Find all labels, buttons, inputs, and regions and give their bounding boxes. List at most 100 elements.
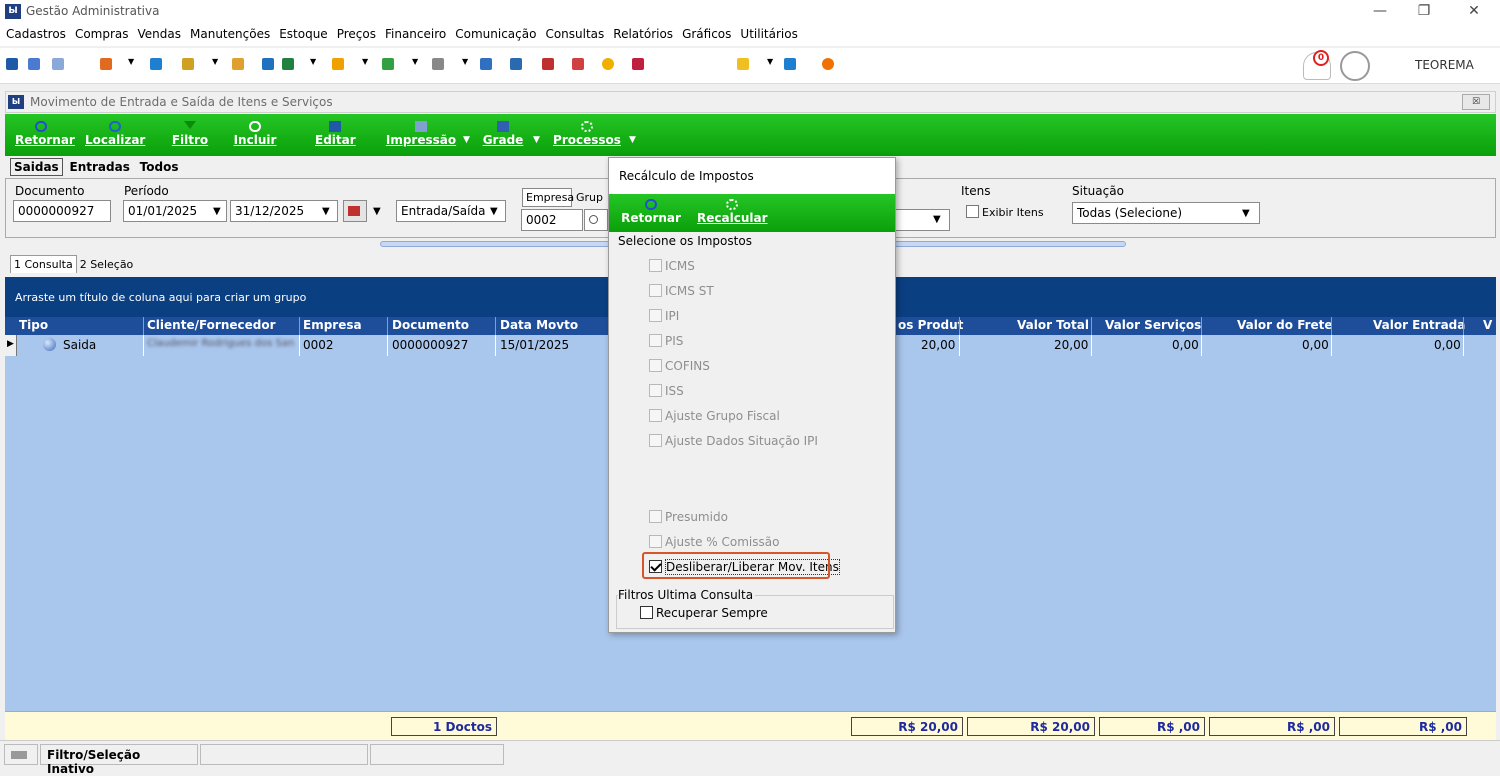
dialog-retornar-button[interactable]: Retornar [621, 194, 681, 232]
col-valor-total[interactable]: Valor Total [1017, 318, 1089, 332]
tab-consulta[interactable]: 1 Consulta [10, 255, 77, 273]
col-documento[interactable]: Documento [392, 318, 469, 332]
grade-dropdown-icon[interactable]: ▼ [533, 135, 540, 145]
power-icon[interactable] [822, 58, 834, 70]
col-empresa[interactable]: Empresa [303, 318, 362, 332]
smiley-icon[interactable] [602, 58, 614, 70]
menu-utilitarios[interactable]: Utilitários [734, 24, 800, 41]
ajuste-comissao-checkbox[interactable]: Ajuste % Comissão [649, 535, 779, 551]
periodo-inicio-dropdown-icon[interactable]: ▼ [213, 206, 221, 217]
grade-button[interactable]: Grade [482, 114, 524, 156]
icms-box[interactable] [649, 259, 662, 272]
minimize-button[interactable]: — [1358, 0, 1402, 24]
pis-checkbox[interactable]: PIS [649, 334, 683, 350]
recalcular-button[interactable]: Recalcular [697, 194, 768, 232]
list-icon[interactable] [100, 58, 112, 70]
user-avatar-icon[interactable] [1340, 51, 1370, 81]
dropdown-arrow-icon[interactable]: ▼ [128, 57, 134, 66]
dropdown-arrow-icon[interactable]: ▼ [362, 57, 368, 66]
dropdown-arrow-icon[interactable]: ▼ [767, 57, 773, 66]
grupo-tab[interactable]: Grup [576, 191, 603, 204]
col-cliente[interactable]: Cliente/Fornecedor [147, 318, 276, 332]
processos-button[interactable]: Processos [553, 114, 621, 156]
report-icon[interactable] [480, 58, 492, 70]
empresa-tab[interactable]: Empresa [522, 188, 574, 207]
document-icon[interactable] [262, 58, 274, 70]
col-valor-servicos[interactable]: Valor Serviços [1105, 318, 1201, 332]
chart-icon[interactable] [632, 58, 644, 70]
cart-icon[interactable] [282, 58, 294, 70]
impressao-button[interactable]: Impressão [383, 114, 459, 156]
dropdown-arrow-icon[interactable]: ▼ [212, 57, 218, 66]
documento-input[interactable]: 0000000927 [13, 200, 111, 222]
dropdown-arrow-icon[interactable]: ▼ [462, 57, 468, 66]
menu-consultas[interactable]: Consultas [539, 24, 607, 41]
exibir-itens-box[interactable] [966, 205, 979, 218]
menu-graficos[interactable]: Gráficos [676, 24, 734, 41]
processos-dropdown-icon[interactable]: ▼ [629, 135, 636, 145]
close-button[interactable]: ✕ [1452, 0, 1496, 24]
calculator-icon[interactable] [510, 58, 522, 70]
folder-icon[interactable] [182, 58, 194, 70]
calendar-edit-icon[interactable] [572, 58, 584, 70]
ipi-checkbox[interactable]: IPI [649, 309, 679, 325]
tipo-dropdown-icon[interactable]: ▼ [490, 206, 498, 217]
card-icon[interactable] [52, 58, 64, 70]
col-v[interactable]: V [1483, 318, 1492, 332]
recuperar-box[interactable] [640, 606, 653, 619]
restore-button[interactable]: ❐ [1402, 0, 1446, 24]
ajuste-grupo-fiscal-checkbox[interactable]: Ajuste Grupo Fiscal [649, 409, 780, 425]
menu-compras[interactable]: Compras [69, 24, 132, 41]
menu-relatorios[interactable]: Relatórios [607, 24, 676, 41]
printer-icon[interactable] [432, 58, 444, 70]
presumido-box[interactable] [649, 510, 662, 523]
ajuste-grupo-fiscal-box[interactable] [649, 409, 662, 422]
col-produtos[interactable]: os Produt [898, 318, 963, 332]
row-indicator[interactable]: ▶ [5, 335, 17, 356]
save-icon[interactable] [6, 58, 18, 70]
money-icon[interactable] [382, 58, 394, 70]
cofins-box[interactable] [649, 359, 662, 372]
dropdown-arrow-icon[interactable]: ▼ [310, 57, 316, 66]
grupo-dropdown-icon[interactable]: ▼ [933, 214, 941, 225]
tab-entradas[interactable]: Entradas [67, 159, 133, 175]
cofins-checkbox[interactable]: COFINS [649, 359, 710, 375]
impressao-dropdown-icon[interactable]: ▼ [463, 135, 470, 145]
col-data[interactable]: Data Movto [500, 318, 578, 332]
col-valor-entrada[interactable]: Valor Entrada [1373, 318, 1465, 332]
pis-box[interactable] [649, 334, 662, 347]
menu-vendas[interactable]: Vendas [132, 24, 185, 41]
icms-st-box[interactable] [649, 284, 662, 297]
iss-box[interactable] [649, 384, 662, 397]
users-icon[interactable] [28, 58, 40, 70]
menu-comunicacao[interactable]: Comunicação [449, 24, 539, 41]
situacao-select[interactable]: Todas (Selecione) [1072, 202, 1260, 224]
dropdown-arrow-icon[interactable]: ▼ [412, 57, 418, 66]
box-icon[interactable] [332, 58, 344, 70]
tab-todos[interactable]: Todos [137, 159, 182, 175]
ajuste-comissao-box[interactable] [649, 535, 662, 548]
presumido-checkbox[interactable]: Presumido [649, 510, 728, 526]
grupo-select[interactable] [894, 209, 950, 231]
menu-financeiro[interactable]: Financeiro [379, 24, 449, 41]
ipi-box[interactable] [649, 309, 662, 322]
calendar-dropdown-icon[interactable]: ▼ [373, 206, 381, 217]
iss-checkbox[interactable]: ISS [649, 384, 684, 400]
periodo-fim-dropdown-icon[interactable]: ▼ [322, 206, 330, 217]
empresa-input[interactable]: 0002 [521, 209, 583, 231]
filtro-button[interactable]: Filtro [170, 114, 210, 156]
star-icon[interactable] [737, 58, 749, 70]
calendar-button[interactable] [343, 200, 367, 222]
periodo-inicio-input[interactable]: 01/01/2025 [123, 200, 227, 222]
menu-estoque[interactable]: Estoque [273, 24, 331, 41]
ajuste-situacao-ipi-checkbox[interactable]: Ajuste Dados Situação IPI [649, 434, 818, 450]
icms-checkbox[interactable]: ICMS [649, 259, 695, 275]
tab-saidas[interactable]: Saidas [10, 158, 63, 176]
window-icon[interactable] [784, 58, 796, 70]
localizar-button[interactable]: Localizar [85, 114, 145, 156]
menu-cadastros[interactable]: Cadastros [0, 24, 69, 41]
incluir-button[interactable]: Incluir [233, 114, 277, 156]
menu-manutencoes[interactable]: Manutenções [184, 24, 273, 41]
child-close-button[interactable]: ☒ [1462, 94, 1490, 110]
exibir-itens-checkbox[interactable]: Exibir Itens [966, 205, 1044, 219]
